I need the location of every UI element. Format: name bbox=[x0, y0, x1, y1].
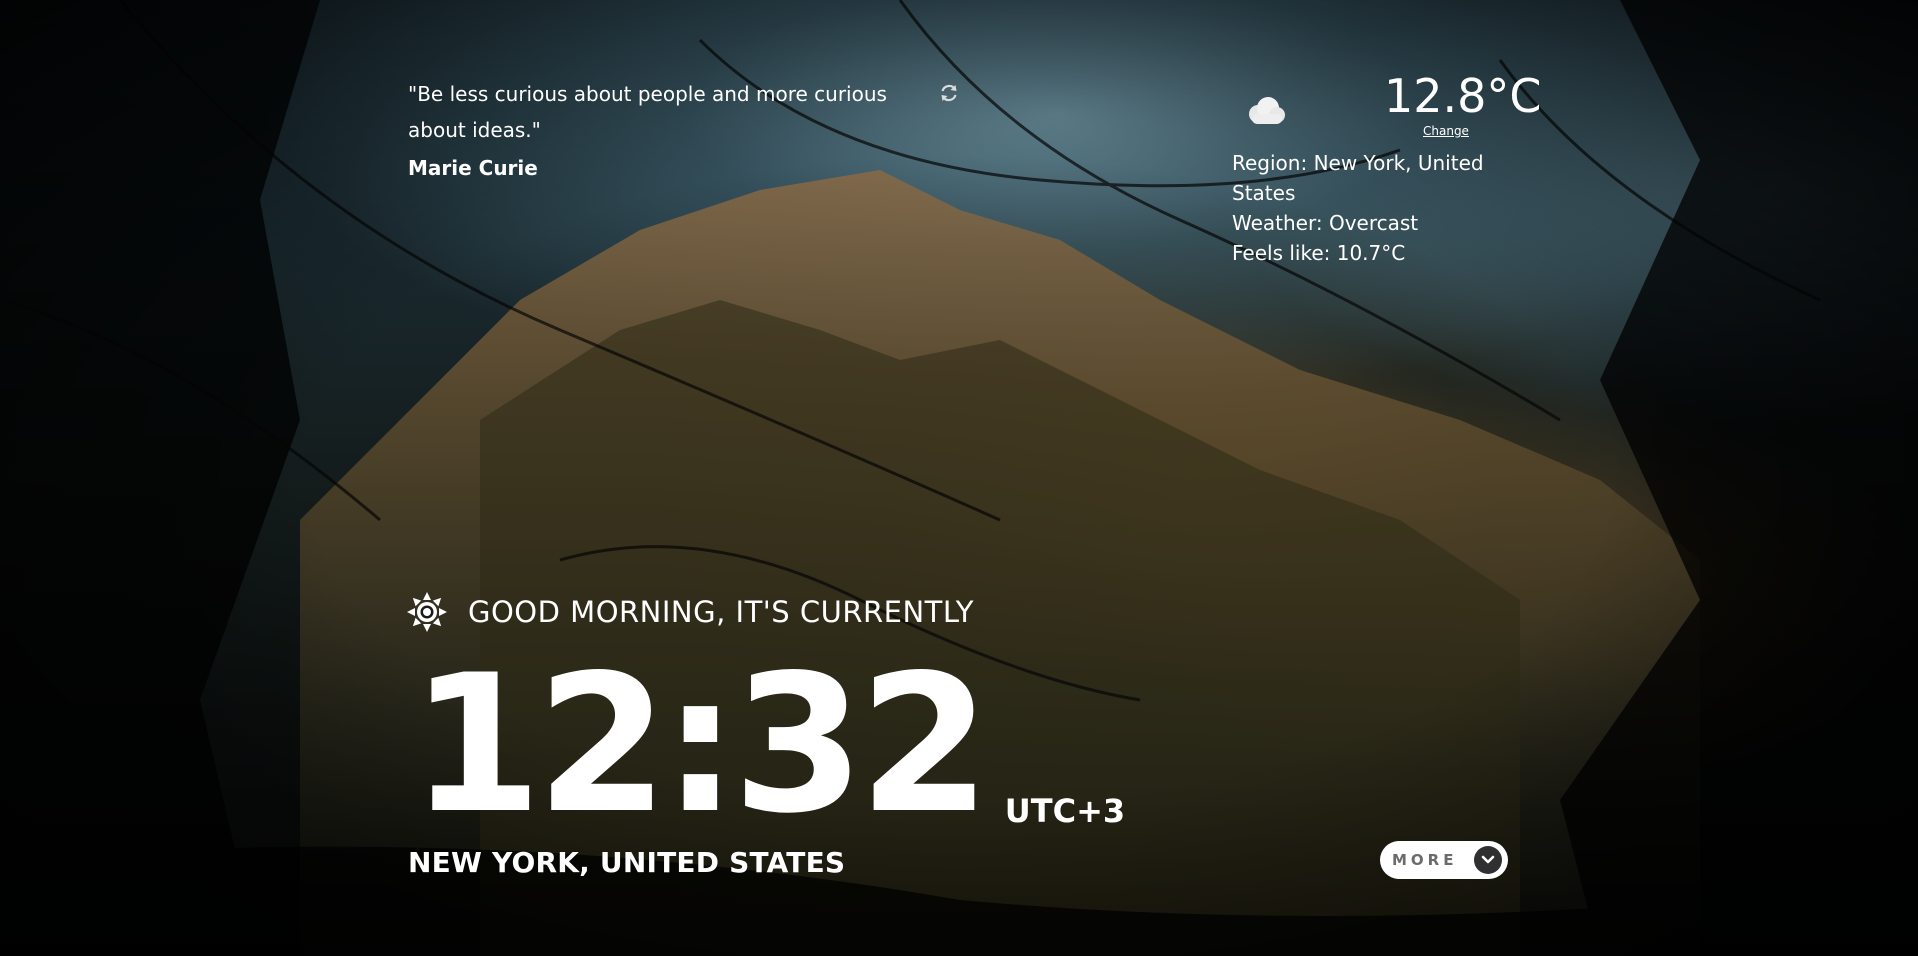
more-button[interactable]: MORE bbox=[1380, 841, 1508, 879]
chevron-down-icon bbox=[1474, 846, 1502, 874]
cloud-icon bbox=[1242, 92, 1288, 128]
refresh-icon[interactable] bbox=[938, 82, 960, 104]
clock: 12:32 UTC+3 bbox=[410, 640, 1125, 840]
quote-author: Marie Curie bbox=[408, 156, 538, 180]
greeting-text: GOOD MORNING, IT'S CURRENTLY bbox=[468, 595, 974, 629]
more-button-label: MORE bbox=[1392, 851, 1458, 869]
weather-region: Region: New York, United States bbox=[1232, 151, 1484, 205]
weather-feels-like: Feels like: 10.7°C bbox=[1232, 241, 1406, 265]
greeting: GOOD MORNING, IT'S CURRENTLY bbox=[406, 590, 974, 634]
quote-text: "Be less curious about people and more c… bbox=[408, 82, 887, 142]
quote-block: "Be less curious about people and more c… bbox=[408, 76, 928, 180]
background: "Be less curious about people and more c… bbox=[0, 0, 1918, 956]
clock-time: 12:32 bbox=[410, 634, 991, 855]
sun-icon bbox=[406, 591, 448, 633]
weather-condition: Weather: Overcast bbox=[1232, 211, 1419, 235]
clock-timezone: UTC+3 bbox=[1004, 792, 1126, 830]
change-location-link[interactable]: Change bbox=[1423, 124, 1469, 138]
clock-location: NEW YORK, UNITED STATES bbox=[408, 846, 846, 879]
weather-widget: 12.8°C Change Region: New York, United S… bbox=[1232, 70, 1542, 268]
temperature: 12.8°C bbox=[1384, 69, 1542, 123]
